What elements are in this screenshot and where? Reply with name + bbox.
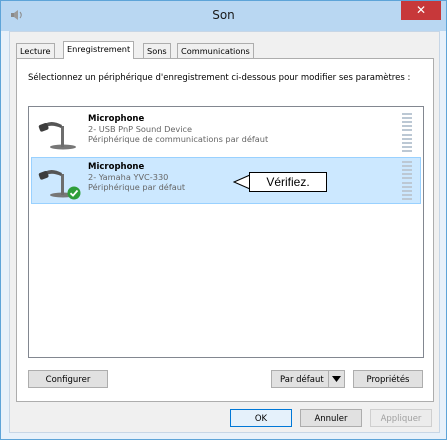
device-model: 2- Yamaha YVC-330 xyxy=(88,172,169,182)
window-title: Son xyxy=(212,8,235,22)
dialog-body: Lecture Enregistrement Sons Communicatio… xyxy=(9,31,440,433)
tab-enregistrement[interactable]: Enregistrement xyxy=(63,41,135,59)
verify-callout: Vérifiez. xyxy=(249,172,327,192)
set-default-button[interactable]: Par défaut xyxy=(271,370,345,388)
set-default-label: Par défaut xyxy=(280,375,324,385)
device-status: Périphérique par défaut xyxy=(88,182,186,192)
sound-dialog: Son ✕ Lecture Enregistrement Sons Commun… xyxy=(0,0,447,440)
configure-button[interactable]: Configurer xyxy=(28,370,108,388)
device-item-yamaha[interactable]: Microphone 2- Yamaha YVC-330 Périphériqu… xyxy=(31,157,421,204)
apply-button[interactable]: Appliquer xyxy=(370,409,432,427)
close-button[interactable]: ✕ xyxy=(401,1,441,20)
level-meter xyxy=(402,161,412,200)
tab-sons[interactable]: Sons xyxy=(143,43,171,58)
title-bar: Son ✕ xyxy=(1,1,446,31)
cancel-button[interactable]: Annuler xyxy=(300,409,362,427)
default-check-icon xyxy=(67,186,81,200)
device-status: Périphérique de communications par défau… xyxy=(88,134,269,144)
instructions-text: Sélectionnez un périphérique d'enregistr… xyxy=(28,73,411,83)
device-info: Microphone 2- USB PnP Sound Device Périp… xyxy=(88,114,268,144)
recording-panel: Sélectionnez un périphérique d'enregistr… xyxy=(16,58,434,402)
device-name: Microphone xyxy=(88,162,145,172)
device-list[interactable]: Microphone 2- USB PnP Sound Device Périp… xyxy=(28,106,424,358)
device-model: 2- USB PnP Sound Device xyxy=(88,124,193,134)
ok-button[interactable]: OK xyxy=(230,409,292,427)
level-meter xyxy=(402,113,412,152)
microphone-icon xyxy=(38,121,76,150)
device-info: Microphone 2- Yamaha YVC-330 Périphériqu… xyxy=(88,162,185,192)
tab-lecture[interactable]: Lecture xyxy=(16,43,55,58)
tab-communications[interactable]: Communications xyxy=(177,43,254,58)
device-item-usb-pnp[interactable]: Microphone 2- USB PnP Sound Device Périp… xyxy=(31,109,421,156)
device-name: Microphone xyxy=(88,114,145,124)
chevron-down-icon[interactable] xyxy=(328,371,344,387)
properties-button[interactable]: Propriétés xyxy=(353,370,423,388)
